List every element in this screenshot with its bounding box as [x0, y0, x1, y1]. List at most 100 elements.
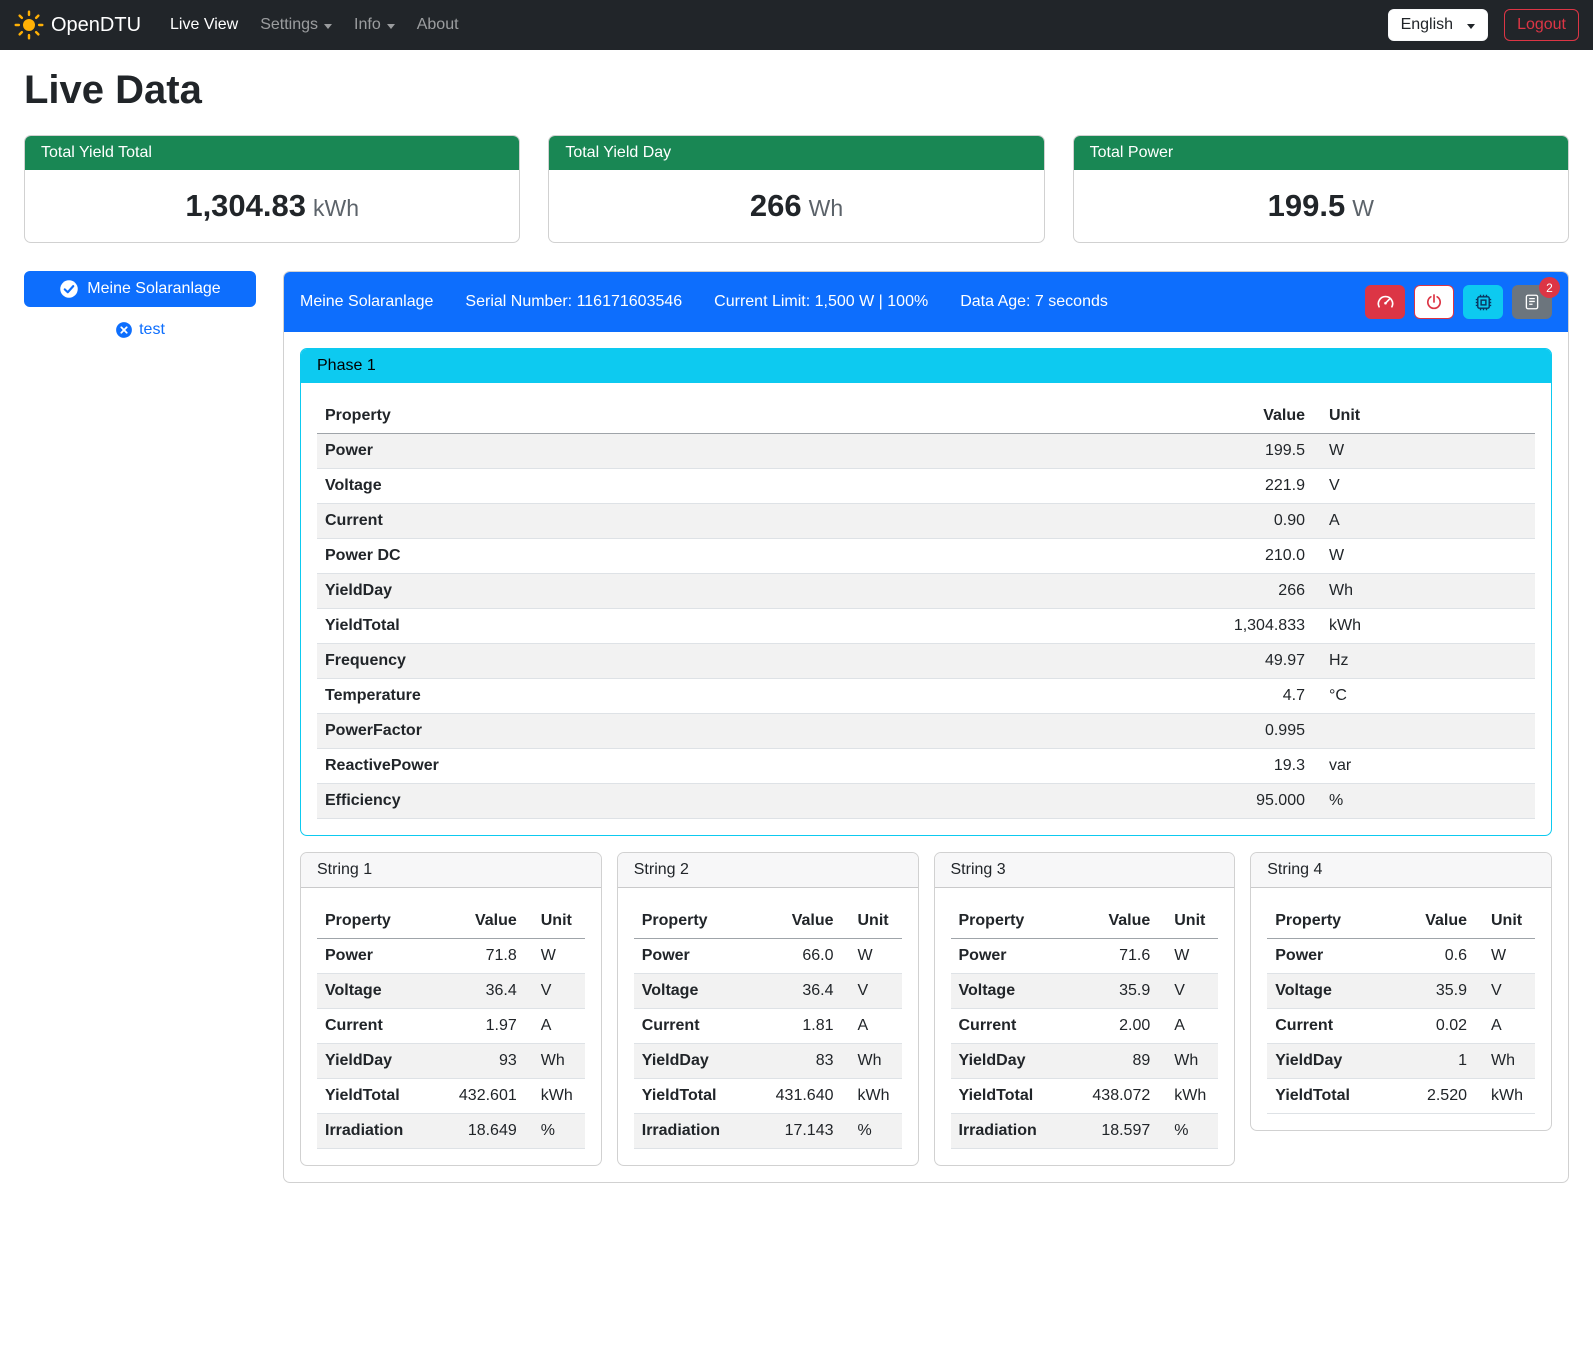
table-row: PowerFactor 0.995	[317, 714, 1535, 749]
unit-cell: %	[842, 1114, 902, 1149]
value-cell: 1,304.833	[1193, 609, 1313, 644]
column-header-property: Property	[1267, 904, 1399, 939]
property-cell: Voltage	[317, 974, 449, 1009]
total-yield-total-unit: kWh	[313, 195, 359, 221]
string-2-table: Property Value Unit Power	[634, 904, 902, 1149]
unit-cell: kWh	[842, 1079, 902, 1114]
value-cell: 89	[1082, 1044, 1158, 1079]
table-row: Current 1.81 A	[634, 1009, 902, 1044]
unit-cell: W	[1313, 434, 1535, 469]
sidebar-item-test-label: test	[139, 321, 165, 339]
nav-settings[interactable]: Settings	[249, 8, 343, 42]
table-row: Current 2.00 A	[951, 1009, 1219, 1044]
table-row: YieldDay 93 Wh	[317, 1044, 585, 1079]
value-cell: 4.7	[1193, 679, 1313, 714]
phase-table: Property Value Unit Power	[317, 399, 1535, 819]
total-yield-day-card: Total Yield Day 266Wh	[548, 135, 1044, 243]
string-4-title: String 4	[1251, 853, 1551, 888]
check-circle-icon	[59, 279, 79, 299]
value-cell: 35.9	[1082, 974, 1158, 1009]
caret-down-icon	[324, 24, 332, 29]
summary-cards: Total Yield Total 1,304.83kWh Total Yiel…	[24, 135, 1569, 243]
event-count-badge: 2	[1539, 277, 1560, 298]
table-row: ReactivePower 19.3 var	[317, 749, 1535, 784]
event-log-button[interactable]: 2	[1512, 285, 1552, 319]
string-2-title: String 2	[618, 853, 918, 888]
power-toggle-button[interactable]	[1414, 285, 1454, 319]
value-cell: 18.597	[1082, 1114, 1158, 1149]
property-cell: Current	[1267, 1009, 1399, 1044]
value-cell: 0.90	[1193, 504, 1313, 539]
sidebar-item-test[interactable]: test	[24, 321, 256, 339]
table-row: Current 0.90 A	[317, 504, 1535, 539]
column-header-value: Value	[766, 904, 842, 939]
table-header-row: Property Value Unit	[317, 904, 585, 939]
unit-cell: var	[1313, 749, 1535, 784]
total-yield-total-card: Total Yield Total 1,304.83kWh	[24, 135, 520, 243]
table-row: Voltage 221.9 V	[317, 469, 1535, 504]
nav-info[interactable]: Info	[343, 8, 406, 42]
value-cell: 0.995	[1193, 714, 1313, 749]
value-cell: 266	[1193, 574, 1313, 609]
nav-live-view-label: Live View	[170, 16, 238, 34]
total-yield-day-unit: Wh	[809, 195, 844, 221]
value-cell: 221.9	[1193, 469, 1313, 504]
value-cell: 66.0	[766, 939, 842, 974]
column-header-value: Value	[1399, 904, 1475, 939]
value-cell: 49.97	[1193, 644, 1313, 679]
limit-settings-button[interactable]	[1365, 285, 1405, 319]
string-1-table: Property Value Unit Power	[317, 904, 585, 1149]
property-cell: YieldDay	[1267, 1044, 1399, 1079]
unit-cell: W	[842, 939, 902, 974]
table-row: YieldTotal 1,304.833 kWh	[317, 609, 1535, 644]
brand[interactable]: OpenDTU	[14, 10, 141, 40]
property-cell: Power	[634, 939, 766, 974]
value-cell: 35.9	[1399, 974, 1475, 1009]
strings-row: String 1 Property Value Unit	[300, 852, 1552, 1166]
table-header-row: Property Value Unit	[951, 904, 1219, 939]
table-row: Voltage 36.4 V	[317, 974, 585, 1009]
language-select[interactable]: English	[1388, 9, 1488, 41]
property-cell: Temperature	[317, 679, 1193, 714]
unit-cell: kWh	[1475, 1079, 1535, 1114]
inverter-name: Meine Solaranlage	[300, 293, 433, 311]
value-cell: 95.000	[1193, 784, 1313, 819]
nav-about[interactable]: About	[406, 8, 470, 42]
table-row: YieldDay 89 Wh	[951, 1044, 1219, 1079]
unit-cell: Wh	[1475, 1044, 1535, 1079]
property-cell: Irradiation	[634, 1114, 766, 1149]
property-cell: Voltage	[951, 974, 1083, 1009]
unit-cell: A	[1158, 1009, 1218, 1044]
unit-cell: °C	[1313, 679, 1535, 714]
string-2-card: String 2 Property Value Unit	[617, 852, 919, 1166]
phase-card: Phase 1 Property Value Unit	[300, 348, 1552, 836]
nav-live-view[interactable]: Live View	[159, 8, 249, 42]
journal-icon	[1523, 293, 1541, 311]
table-row: Power 71.8 W	[317, 939, 585, 974]
unit-cell: V	[1313, 469, 1535, 504]
string-4-card: String 4 Property Value Unit	[1250, 852, 1552, 1131]
total-power-unit: W	[1352, 195, 1374, 221]
column-header-property: Property	[317, 904, 449, 939]
unit-cell: W	[1158, 939, 1218, 974]
nav-about-label: About	[417, 16, 459, 34]
card-title: Total Power	[1074, 136, 1568, 170]
property-cell: YieldDay	[634, 1044, 766, 1079]
value-cell: 36.4	[449, 974, 525, 1009]
inverter-select-button[interactable]: Meine Solaranlage	[24, 271, 256, 307]
value-cell: 2.00	[1082, 1009, 1158, 1044]
property-cell: Power	[317, 434, 1193, 469]
unit-cell: kWh	[1313, 609, 1535, 644]
column-header-value: Value	[449, 904, 525, 939]
caret-down-icon	[1467, 24, 1475, 29]
column-header-unit: Unit	[842, 904, 902, 939]
logout-button[interactable]: Logout	[1504, 9, 1579, 41]
device-info-button[interactable]	[1463, 285, 1503, 319]
cpu-icon	[1474, 293, 1493, 312]
value-cell: 431.640	[766, 1079, 842, 1114]
value-cell: 0.02	[1399, 1009, 1475, 1044]
property-cell: YieldTotal	[317, 1079, 449, 1114]
nav-info-label: Info	[354, 16, 381, 34]
caret-down-icon	[387, 24, 395, 29]
value-cell: 1.97	[449, 1009, 525, 1044]
